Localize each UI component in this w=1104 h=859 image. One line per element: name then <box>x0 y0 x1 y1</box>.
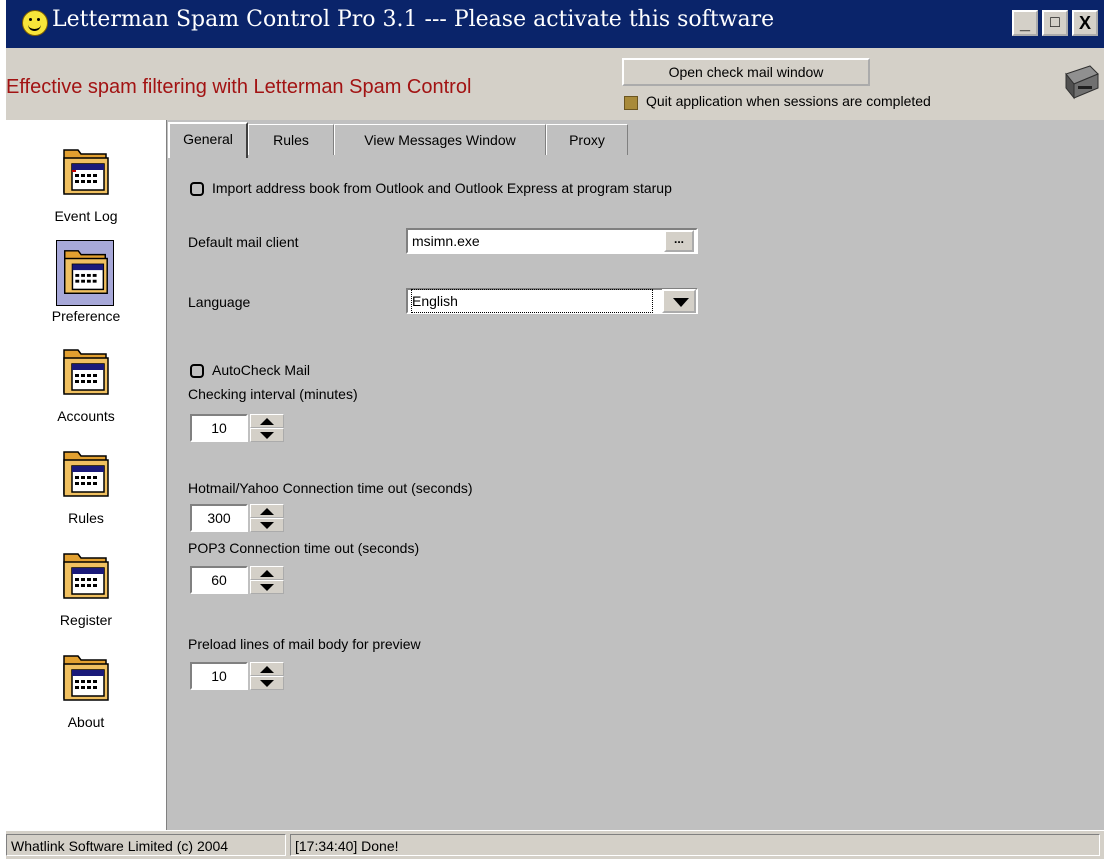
spin-down-button[interactable] <box>250 676 284 690</box>
status-bar: Whatlink Software Limited (c) 2004 [17:3… <box>6 830 1104 859</box>
spin-down-button[interactable] <box>250 580 284 594</box>
preload-lines-spinner[interactable]: 10 <box>190 662 286 690</box>
pop3-timeout-spinner[interactable]: 60 <box>190 566 286 594</box>
sidebar-item-label: Preference <box>51 308 121 324</box>
sidebar-item-about[interactable]: About <box>6 646 166 746</box>
browse-button[interactable]: ... <box>664 230 694 252</box>
spin-up-button[interactable] <box>250 662 284 676</box>
hotmail-timeout-spinner[interactable]: 300 <box>190 504 286 532</box>
title-bar[interactable]: Letterman Spam Control Pro 3.1 --- Pleas… <box>6 0 1104 48</box>
language-dropdown-button[interactable] <box>662 289 696 313</box>
pop3-timeout-label: POP3 Connection time out (seconds) <box>188 540 420 556</box>
language-select[interactable]: English <box>406 288 698 314</box>
autocheck-mail-label: AutoCheck Mail <box>212 362 311 378</box>
tab-proxy[interactable]: Proxy <box>546 124 628 155</box>
language-value: English <box>411 289 653 313</box>
general-panel: General Rules View Messages Window Proxy… <box>168 120 1104 830</box>
sidebar-item-label: Rules <box>68 510 104 526</box>
sidebar-item-label: Register <box>59 612 113 628</box>
sidebar-item-label: Event Log <box>54 208 118 224</box>
status-copyright: Whatlink Software Limited (c) 2004 <box>6 834 286 856</box>
header-panel: Effective spam filtering with Letterman … <box>6 48 1104 120</box>
spin-down-button[interactable] <box>250 518 284 532</box>
close-button[interactable]: X <box>1072 10 1098 36</box>
folder-calendar-icon <box>56 442 114 508</box>
sidebar-item-label: Accounts <box>57 408 115 424</box>
open-check-mail-button[interactable]: Open check mail window <box>622 58 870 86</box>
sidebar: Event Log Preference Accounts Rules Regi… <box>6 120 167 830</box>
spin-down-button[interactable] <box>250 428 284 442</box>
sidebar-item-preference[interactable]: Preference <box>6 240 166 340</box>
spin-up-button[interactable] <box>250 504 284 518</box>
quit-when-completed-checkbox[interactable] <box>624 96 638 110</box>
default-mail-client-input[interactable]: msimn.exe <box>406 228 698 254</box>
sidebar-item-label: About <box>67 714 105 730</box>
minimize-button[interactable]: _ <box>1012 10 1038 36</box>
sidebar-item-rules[interactable]: Rules <box>6 442 166 542</box>
folder-calendar-icon <box>56 646 114 712</box>
tab-general[interactable]: General <box>168 122 248 158</box>
autocheck-mail-checkbox[interactable] <box>190 364 204 378</box>
checking-interval-label: Checking interval (minutes) <box>188 386 358 402</box>
pop3-timeout-value[interactable]: 60 <box>190 566 248 594</box>
status-message: [17:34:40] Done! <box>290 834 1100 856</box>
quit-when-completed-label: Quit application when sessions are compl… <box>646 93 931 109</box>
preload-lines-label: Preload lines of mail body for preview <box>188 636 421 652</box>
language-label: Language <box>188 294 251 310</box>
sidebar-item-event-log[interactable]: Event Log <box>6 140 166 240</box>
spin-up-button[interactable] <box>250 414 284 428</box>
hotmail-timeout-value[interactable]: 300 <box>190 504 248 532</box>
checking-interval-spinner[interactable]: 10 <box>190 414 286 442</box>
spin-up-button[interactable] <box>250 566 284 580</box>
import-address-book-label: Import address book from Outlook and Out… <box>212 180 672 196</box>
window-title: Letterman Spam Control Pro 3.1 --- Pleas… <box>52 7 775 32</box>
folder-calendar-icon <box>56 544 114 610</box>
folder-calendar-icon <box>56 140 114 206</box>
checking-interval-value[interactable]: 10 <box>190 414 248 442</box>
tab-rules[interactable]: Rules <box>248 124 334 155</box>
smiley-app-icon[interactable] <box>22 10 48 36</box>
preload-lines-value[interactable]: 10 <box>190 662 248 690</box>
disk-drive-icon[interactable] <box>1060 64 1100 100</box>
tab-view-messages-window[interactable]: View Messages Window <box>334 124 546 155</box>
folder-calendar-icon <box>56 240 114 306</box>
default-mail-client-label: Default mail client <box>188 234 299 250</box>
hotmail-timeout-label: Hotmail/Yahoo Connection time out (secon… <box>188 480 473 496</box>
app-window: Letterman Spam Control Pro 3.1 --- Pleas… <box>6 0 1104 859</box>
sidebar-item-accounts[interactable]: Accounts <box>6 340 166 440</box>
import-address-book-checkbox[interactable] <box>190 182 204 196</box>
sidebar-item-register[interactable]: Register <box>6 544 166 644</box>
tagline: Effective spam filtering with Letterman … <box>6 76 472 98</box>
folder-calendar-icon <box>56 340 114 406</box>
maximize-button[interactable]: □ <box>1042 10 1068 36</box>
